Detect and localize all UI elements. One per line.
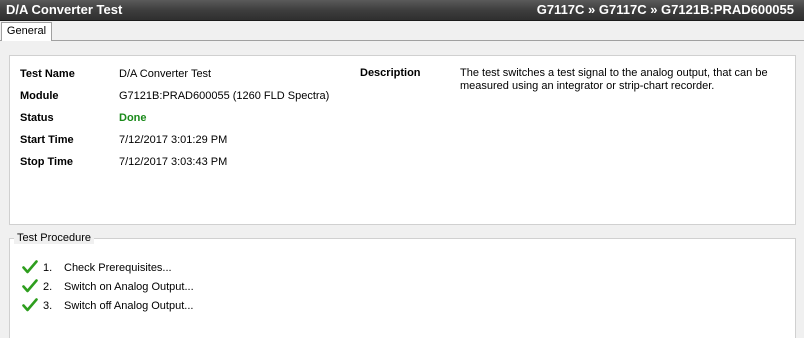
status-value: Done [119,112,147,124]
module-label: Module [20,90,59,102]
test-name-label: Test Name [20,68,75,80]
module-value: G7121B:PRAD600055 (1260 FLD Spectra) [119,90,330,102]
test-info-panel: Test Name D/A Converter Test Module G712… [9,55,796,225]
tab-general[interactable]: General [1,22,52,41]
check-icon [22,278,38,294]
step-label: Check Prerequisites... [64,262,172,274]
description-label: Description [360,67,421,79]
stop-time-value: 7/12/2017 3:03:43 PM [119,156,228,168]
window-title: D/A Converter Test [6,2,123,17]
description-value: The test switches a test signal to the a… [460,67,768,92]
title-bar: D/A Converter Test G7117C » G7117C » G71… [0,0,804,21]
step-number: 1. [43,262,53,274]
tab-strip: General [0,21,804,41]
start-time-value: 7/12/2017 3:01:29 PM [119,134,228,146]
start-time-label: Start Time [20,134,74,146]
test-procedure-group: 1. Check Prerequisites... 2. Switch on A… [9,238,796,338]
test-procedure-title: Test Procedure [14,232,94,244]
status-label: Status [20,112,54,124]
stop-time-label: Stop Time [20,156,73,168]
step-number: 2. [43,281,53,293]
check-icon [22,259,38,275]
step-label: Switch on Analog Output... [64,281,194,293]
breadcrumb: G7117C » G7117C » G7121B:PRAD600055 [536,2,794,17]
test-name-value: D/A Converter Test [119,68,212,80]
check-icon [22,297,38,313]
step-label: Switch off Analog Output... [64,300,194,312]
step-number: 3. [43,300,53,312]
